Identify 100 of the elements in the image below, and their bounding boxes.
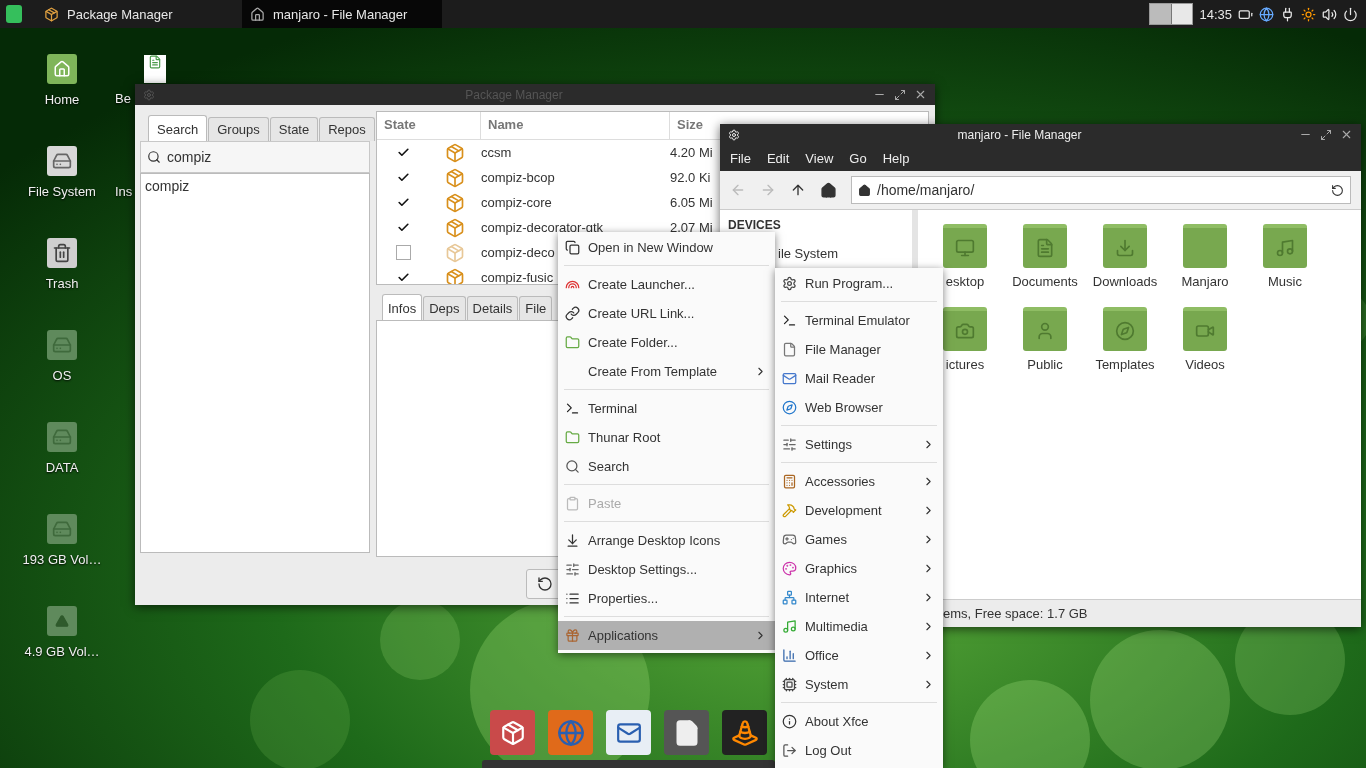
plug-icon[interactable] xyxy=(1280,6,1295,22)
menu-item[interactable]: Development xyxy=(775,496,943,525)
camera-folder-icon xyxy=(943,307,987,351)
menu-item[interactable]: Create Folder... xyxy=(558,328,775,357)
video-folder-icon xyxy=(1183,307,1227,351)
table-cell: ccsm xyxy=(481,145,512,160)
menu-item[interactable]: Graphics xyxy=(775,554,943,583)
folder-icon xyxy=(1183,224,1227,268)
table-cell: compiz-decorator-gtk xyxy=(481,220,604,235)
menu-item[interactable]: Office xyxy=(775,641,943,670)
tab[interactable]: Deps xyxy=(423,296,466,320)
search-icon xyxy=(564,459,580,474)
file-label[interactable]: Downloads xyxy=(1092,274,1158,289)
network-icon[interactable] xyxy=(1259,6,1274,22)
desktop-icon-label[interactable]: Be xyxy=(115,91,131,106)
menu-item[interactable]: File Manager xyxy=(775,335,943,364)
menu-item[interactable]: Thunar Root xyxy=(558,423,775,452)
tab[interactable]: Infos xyxy=(382,294,423,320)
checkbox[interactable] xyxy=(395,245,411,260)
trash-icon xyxy=(47,238,77,268)
desktop-icon-label[interactable]: OS xyxy=(52,368,72,383)
file-label[interactable]: Manjaro xyxy=(1181,274,1229,289)
list-item[interactable]: compiz xyxy=(145,178,365,194)
desktop-icon-label[interactable]: DATA xyxy=(45,460,79,475)
menu-item[interactable]: Applications xyxy=(558,621,775,650)
home-icon[interactable] xyxy=(820,181,837,199)
search-field[interactable]: compiz xyxy=(140,141,370,173)
menu-item[interactable]: Games xyxy=(775,525,943,554)
menu-item[interactable]: System xyxy=(775,670,943,699)
table-cell: compiz-core xyxy=(481,195,552,210)
file-label[interactable]: Videos xyxy=(1185,357,1225,372)
file-label[interactable]: Documents xyxy=(1012,274,1078,289)
drive-icon xyxy=(47,514,77,544)
menu-bar-item[interactable]: View xyxy=(805,150,834,166)
tab[interactable]: File xyxy=(519,296,553,320)
menu-item[interactable]: Terminal Emulator xyxy=(775,306,943,335)
menu-item[interactable]: Search xyxy=(558,452,775,481)
taskbar-button[interactable]: manjaro - File Manager xyxy=(242,0,442,28)
tab[interactable]: Details xyxy=(466,296,519,320)
desktop-icon-label[interactable]: 4.9 GB Vol… xyxy=(24,644,100,659)
sliders-icon xyxy=(564,562,580,577)
menu-item[interactable]: Create From Template xyxy=(558,357,775,386)
package-icon xyxy=(445,192,465,213)
menu-item[interactable]: Open in New Window xyxy=(558,233,775,262)
menu-item[interactable]: Web Browser xyxy=(775,393,943,422)
sidebar-item[interactable]: ile System xyxy=(778,246,838,261)
document-dock-icon[interactable] xyxy=(664,710,709,755)
tab[interactable]: Repos xyxy=(319,117,375,141)
menu-bar-item[interactable]: Edit xyxy=(766,150,790,166)
menu-item[interactable]: Log Out xyxy=(775,736,943,765)
desktop-icon-label[interactable]: Trash xyxy=(45,276,79,291)
file-label[interactable]: Music xyxy=(1268,274,1302,289)
network-icon xyxy=(781,590,797,605)
home-folder-icon xyxy=(47,54,77,84)
sun-icon[interactable] xyxy=(1301,6,1316,22)
menu-item[interactable]: About Xfce xyxy=(775,707,943,736)
taskbar-button[interactable]: Package Manager xyxy=(36,0,236,28)
desktop-icon-label[interactable]: Home xyxy=(44,92,80,107)
file-label[interactable]: Templates xyxy=(1095,357,1155,372)
maximize-icon[interactable] xyxy=(1320,128,1332,141)
volume-icon[interactable] xyxy=(1322,6,1337,22)
menu-item[interactable]: Desktop Settings... xyxy=(558,555,775,584)
tab[interactable]: Groups xyxy=(208,117,269,141)
chip-icon xyxy=(781,677,797,692)
desktop-icon-label[interactable]: 193 GB Vol… xyxy=(22,552,102,567)
menu-item[interactable]: Accessories xyxy=(775,467,943,496)
path-field[interactable]: /home/manjaro/ xyxy=(851,176,1351,204)
close-icon[interactable] xyxy=(914,88,927,101)
menu-item[interactable]: Mail Reader xyxy=(775,364,943,393)
mail-dock-icon[interactable] xyxy=(606,710,651,755)
reload-icon[interactable] xyxy=(1331,183,1344,197)
column-header[interactable]: Size xyxy=(670,112,710,139)
maximize-icon[interactable] xyxy=(894,88,906,101)
table-cell: compiz-fusic xyxy=(481,270,554,284)
menu-item[interactable]: Terminal xyxy=(558,394,775,423)
desktop-icon-label[interactable]: File System xyxy=(28,184,96,199)
menu-bar-item[interactable]: File xyxy=(730,150,751,166)
menu-bar-item[interactable]: Help xyxy=(882,150,910,166)
menu-item[interactable]: Create URL Link... xyxy=(558,299,775,328)
checkbox[interactable] xyxy=(395,270,411,284)
menu-item[interactable]: Run Program... xyxy=(775,269,943,298)
home-icon xyxy=(250,6,265,22)
tab[interactable]: Search xyxy=(148,115,208,141)
menu-bar-item[interactable]: Go xyxy=(849,150,867,166)
desktop-icon-label[interactable]: Ins xyxy=(115,184,133,199)
package-dock-icon[interactable] xyxy=(490,710,535,755)
traffic-cone-dock-icon[interactable] xyxy=(722,710,767,755)
menu-item[interactable]: Settings xyxy=(775,430,943,459)
file-label[interactable]: ictures xyxy=(945,357,985,372)
column-header[interactable]: State xyxy=(377,112,481,139)
workspace-switcher[interactable] xyxy=(1149,3,1194,25)
column-header[interactable]: Name xyxy=(481,112,670,139)
menu-item[interactable]: Arrange Desktop Icons xyxy=(558,526,775,555)
file-label[interactable]: Public xyxy=(1027,357,1063,372)
up-icon[interactable] xyxy=(790,182,806,198)
menu-item[interactable]: Create Launcher... xyxy=(558,270,775,299)
close-icon[interactable] xyxy=(1340,128,1353,141)
tab[interactable]: State xyxy=(269,117,319,141)
power-icon[interactable] xyxy=(1343,6,1358,22)
file-label[interactable]: esktop xyxy=(945,274,985,289)
